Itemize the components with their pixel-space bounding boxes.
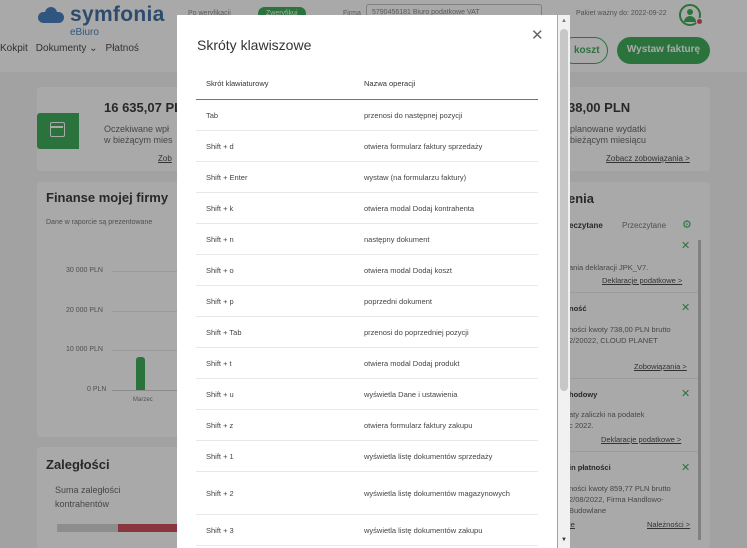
operation-name: przenosi do następnej pozycji <box>364 110 463 120</box>
scroll-down-arrow-icon[interactable]: ▼ <box>561 537 567 543</box>
operation-name: przenosi do poprzedniej pozycji <box>364 327 469 337</box>
operation-name: wystaw (na formularzu faktury) <box>364 172 467 182</box>
table-header: Skrót klawiaturowy Nazwa operacji <box>196 68 538 100</box>
modal-scrollbar[interactable]: ▲ ▼ <box>558 15 570 548</box>
scrollbar-thumb[interactable] <box>560 29 568 391</box>
operation-name: wyświetla Dane i ustawienia <box>364 389 458 399</box>
shortcut-key: Shift + t <box>206 358 232 368</box>
operation-name: następny dokument <box>364 234 430 244</box>
table-row: Shift + 1 wyświetla listę dokumentów sprz… <box>196 441 538 472</box>
shortcuts-table: Skrót klawiaturowy Nazwa operacji Tab prz… <box>196 68 538 546</box>
table-row: Shift + p poprzedni dokument <box>196 286 538 317</box>
shortcut-key: Tab <box>206 110 219 120</box>
shortcut-key: Shift + Tab <box>206 327 242 337</box>
operation-name: wyświetla listę dokumentów magazynowych <box>364 488 510 498</box>
shortcut-key: Shift + Enter <box>206 172 248 182</box>
table-row: Shift + o otwiera modal Dodaj koszt <box>196 255 538 286</box>
table-row: Tab przenosi do następnej pozycji <box>196 100 538 131</box>
shortcut-key: Shift + 1 <box>206 451 234 461</box>
operation-name: otwiera formularz faktury sprzedaży <box>364 141 483 151</box>
shortcut-key: Shift + n <box>206 234 234 244</box>
table-row: Shift + u wyświetla Dane i ustawienia <box>196 379 538 410</box>
table-row: Shift + 3 wyświetla listę dokumentów zaku… <box>196 515 538 546</box>
table-row: Shift + 2 wyświetla listę dokumentów maga… <box>196 472 538 515</box>
shortcut-key: Shift + z <box>206 420 234 430</box>
shortcut-key: Shift + k <box>206 203 234 213</box>
shortcut-key: Shift + 3 <box>206 525 234 535</box>
table-row: Shift + n następny dokument <box>196 224 538 255</box>
shortcut-key: Shift + 2 <box>206 488 234 498</box>
operation-name: poprzedni dokument <box>364 296 432 306</box>
operation-name: otwiera modal Dodaj produkt <box>364 358 460 368</box>
table-row: Shift + z otwiera formularz faktury zakup… <box>196 410 538 441</box>
shortcut-key: Shift + u <box>206 389 234 399</box>
table-row: Shift + Tab przenosi do poprzedniej pozyc… <box>196 317 538 348</box>
operation-name: otwiera modal Dodaj kontrahenta <box>364 203 475 213</box>
modal-title: Skróty klawiszowe <box>197 37 312 53</box>
operation-name: otwiera modal Dodaj koszt <box>364 265 452 275</box>
shortcut-key: Shift + o <box>206 265 234 275</box>
operation-name: wyświetla listę dokumentów zakupu <box>364 525 483 535</box>
table-row: Shift + Enter wystaw (na formularzu faktu… <box>196 162 538 193</box>
shortcut-key: Shift + p <box>206 296 234 306</box>
table-row: Shift + k otwiera modal Dodaj kontrahenta <box>196 193 538 224</box>
shortcut-key: Shift + d <box>206 141 234 151</box>
column-header-operation: Nazwa operacji <box>364 79 416 88</box>
operation-name: wyświetla listę dokumentów sprzedaży <box>364 451 493 461</box>
table-row: Shift + d otwiera formularz faktury sprze… <box>196 131 538 162</box>
column-header-shortcut: Skrót klawiaturowy <box>206 79 269 88</box>
table-row: Shift + t otwiera modal Dodaj produkt <box>196 348 538 379</box>
close-icon[interactable]: ✕ <box>531 26 544 44</box>
shortcuts-modal: Skróty klawiszowe ✕ Skrót klawiaturowy N… <box>177 15 557 548</box>
scroll-up-arrow-icon[interactable]: ▲ <box>561 18 567 24</box>
operation-name: otwiera formularz faktury zakupu <box>364 420 473 430</box>
